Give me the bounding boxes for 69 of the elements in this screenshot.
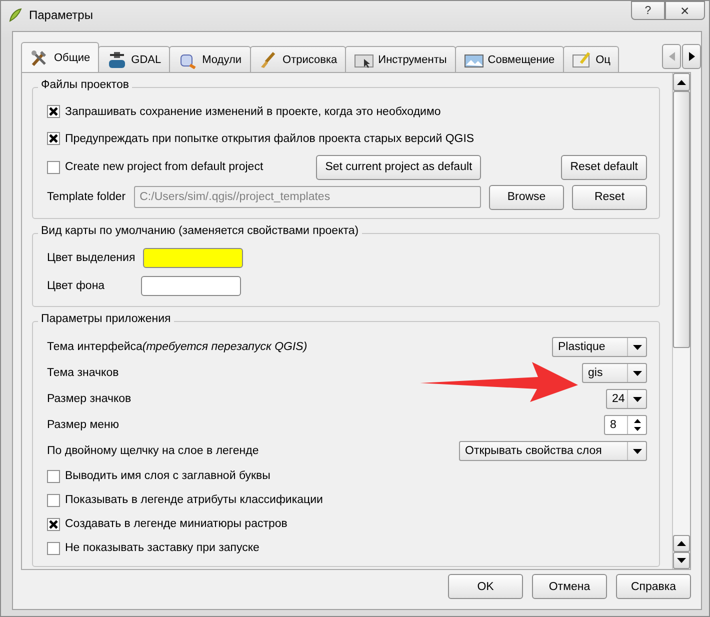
up-arrow-icon bbox=[677, 80, 686, 84]
right-arrow-icon bbox=[688, 52, 694, 61]
color-label: Цвет фона bbox=[47, 280, 106, 292]
setting-label: Тема значков bbox=[47, 367, 119, 379]
setting-label: Размер значков bbox=[47, 393, 132, 405]
help-button[interactable]: Справка bbox=[616, 574, 691, 599]
check-mark-icon bbox=[49, 134, 58, 143]
checkbox[interactable] bbox=[47, 160, 60, 174]
checkbox[interactable] bbox=[47, 470, 60, 482]
app-logo-icon bbox=[7, 7, 23, 23]
dropdown[interactable]: Открывать свойства слоя bbox=[459, 441, 647, 461]
dropdown-arrow-icon bbox=[632, 370, 642, 376]
tab[interactable]: Оц bbox=[562, 46, 620, 72]
ok-button[interactable]: OK bbox=[448, 574, 523, 599]
help-button[interactable]: ? bbox=[631, 1, 665, 20]
dropdown-arrow-icon bbox=[632, 448, 642, 454]
scroll-up-button[interactable] bbox=[673, 535, 690, 552]
cancel-button[interactable]: Отмена bbox=[532, 574, 607, 599]
color-label: Цвет выделения bbox=[47, 252, 136, 264]
setting-label: Тема интерфейса(требуется перезапуск QGIS) bbox=[47, 341, 308, 353]
reset-default-button[interactable]: Reset default bbox=[561, 154, 647, 180]
checkbox[interactable] bbox=[47, 132, 60, 145]
window-title: Параметры bbox=[29, 8, 93, 22]
tab[interactable]: Отрисовка bbox=[250, 46, 346, 72]
setting-label: Размер меню bbox=[47, 419, 119, 431]
down-arrow-icon bbox=[677, 558, 686, 563]
dropdown[interactable]: 24 bbox=[606, 389, 647, 409]
tab[interactable]: Инструменты bbox=[345, 46, 456, 72]
dropdown-arrow-icon bbox=[632, 396, 642, 402]
checkbox[interactable] bbox=[47, 542, 60, 554]
scroll-up-button[interactable] bbox=[673, 73, 690, 91]
left-arrow-icon bbox=[668, 52, 674, 61]
tab-scroll-right-button[interactable] bbox=[682, 44, 701, 69]
color-swatch-button[interactable] bbox=[141, 276, 241, 296]
pencil-map-icon bbox=[572, 50, 592, 68]
spin-arrows-icon bbox=[632, 418, 642, 432]
scroll-thumb[interactable] bbox=[673, 91, 690, 348]
group-title: Параметры приложения bbox=[38, 313, 174, 325]
checkbox-label: Показывать в легенде атрибуты классификации bbox=[65, 494, 323, 506]
checkbox[interactable] bbox=[47, 494, 60, 506]
check-mark-icon bbox=[49, 107, 58, 116]
checkbox-label: Запрашивать сохранение изменений в проекте, когда это необходимо bbox=[65, 106, 441, 118]
dropdown[interactable]: gis bbox=[582, 363, 647, 383]
set-default-button[interactable]: Set current project as default bbox=[316, 154, 482, 180]
tab[interactable]: Общие bbox=[21, 42, 100, 72]
checkbox-label: Создавать в легенде миниатюры растров bbox=[65, 518, 288, 530]
setting-label: По двойному щелчку на слое в легенде bbox=[47, 445, 259, 457]
checkbox[interactable] bbox=[47, 518, 60, 530]
checkbox-label: Create new project from default project bbox=[65, 161, 264, 173]
color-swatch-button[interactable] bbox=[143, 248, 244, 268]
checkbox-label: Предупреждать при попытке открытия файлов проекта старых версий QGIS bbox=[65, 132, 474, 144]
tab[interactable]: GDAL bbox=[98, 46, 170, 72]
checkbox-label: Выводить имя слоя с заглавной буквы bbox=[65, 470, 270, 482]
up-arrow-icon bbox=[677, 541, 686, 546]
field-label: Template folder bbox=[47, 191, 126, 203]
browse-button[interactable]: Browse bbox=[489, 184, 564, 210]
close-button[interactable]: ✕ bbox=[665, 1, 705, 20]
group-title: Файлы проектов bbox=[38, 79, 132, 91]
checkbox[interactable] bbox=[47, 105, 60, 118]
reset-button[interactable]: Reset bbox=[572, 184, 647, 210]
spin-box[interactable]: 8 bbox=[604, 415, 647, 435]
group-title: Вид карты по умолчанию (заменяется свойствами проекта) bbox=[38, 225, 362, 237]
tab[interactable]: Модули bbox=[169, 46, 251, 72]
dropdown-arrow-icon bbox=[632, 344, 642, 350]
check-mark-icon bbox=[49, 520, 58, 528]
checkbox-label: Не показывать заставку при запуске bbox=[65, 542, 260, 554]
dropdown[interactable]: Plastique bbox=[552, 337, 647, 357]
tab[interactable]: Совмещение bbox=[454, 46, 564, 72]
scroll-down-button[interactable] bbox=[673, 552, 690, 569]
